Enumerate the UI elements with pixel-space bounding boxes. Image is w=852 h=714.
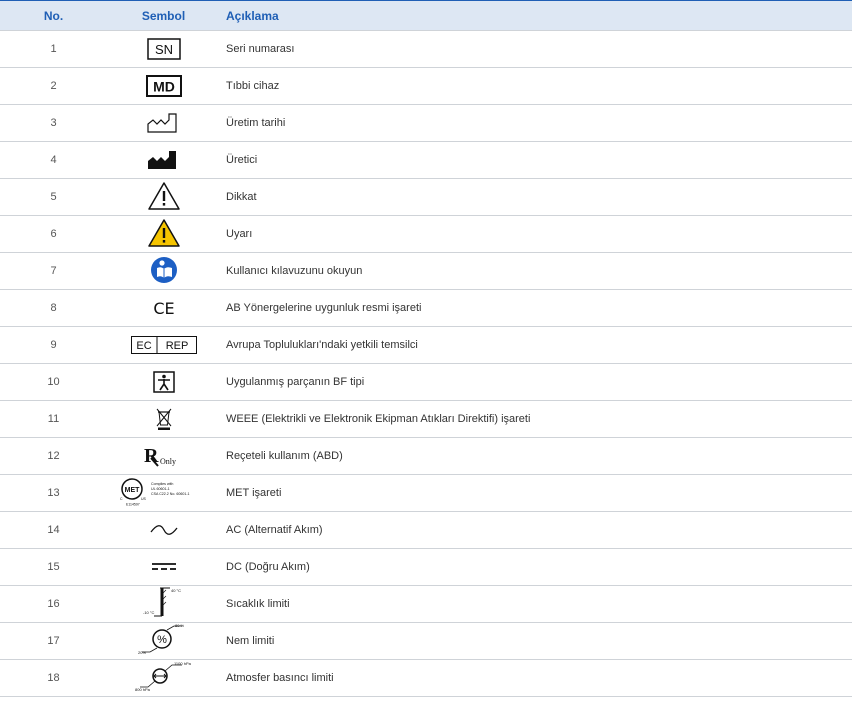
svg-text:CSA C22.2 No. 60601-1: CSA C22.2 No. 60601-1 xyxy=(151,492,190,496)
row-description: Seri numarası xyxy=(220,30,852,68)
pressure-limit-icon: 1100 hPa 800 hPa xyxy=(135,661,192,692)
ac-icon xyxy=(149,525,178,535)
svg-text:20%: 20% xyxy=(138,650,146,655)
svg-text:800 hPa: 800 hPa xyxy=(135,687,151,692)
svg-text:1100 hPa: 1100 hPa xyxy=(174,661,192,666)
table-row: 18 1100 hPa 800 hPa Atmosfer basıncı lim… xyxy=(0,659,852,697)
row-number: 3 xyxy=(0,104,107,142)
row-number: 18 xyxy=(0,659,107,697)
date-of-manufacture-icon xyxy=(146,113,177,133)
ce-mark-icon: CE xyxy=(153,299,174,318)
svg-text:40 °C: 40 °C xyxy=(171,588,181,593)
row-number: 9 xyxy=(0,326,107,364)
row-number: 10 xyxy=(0,363,107,401)
row-description: AC (Alternatif Akım) xyxy=(220,511,852,549)
row-description: Reçeteli kullanım (ABD) xyxy=(220,437,852,475)
svg-text:CE: CE xyxy=(153,299,174,318)
row-number: 4 xyxy=(0,141,107,179)
medical-device-icon: MD xyxy=(145,75,182,97)
humidity-limit-icon: % 80 % 20% xyxy=(138,623,185,655)
svg-text:US: US xyxy=(141,497,147,501)
row-number: 11 xyxy=(0,400,107,438)
row-number: 2 xyxy=(0,67,107,105)
header-description: Açıklama xyxy=(220,0,852,31)
table-row: 2 MD Tıbbi cihaz xyxy=(0,67,852,105)
row-description: MET işareti xyxy=(220,474,852,512)
svg-text:E114597: E114597 xyxy=(126,502,140,506)
svg-text:80 %: 80 % xyxy=(175,623,185,628)
manufacturer-icon xyxy=(147,151,176,169)
row-description: WEEE (Elektrikli ve Elektronik Ekipman A… xyxy=(220,400,852,438)
row-description: Sıcaklık limiti xyxy=(220,585,852,623)
table-row: 5 Dikkat xyxy=(0,178,852,216)
temperature-limit-icon: 40 °C -10 °C xyxy=(143,587,181,617)
table-row: 12 R Only Reçeteli kullanım (ABD) xyxy=(0,437,852,475)
row-number: 12 xyxy=(0,437,107,475)
row-number: 6 xyxy=(0,215,107,253)
table-row: 11 WEEE (Elektrikli ve Elektronik Ekipma… xyxy=(0,400,852,438)
row-description: Uygulanmış parçanın BF tipi xyxy=(220,363,852,401)
dc-icon xyxy=(151,563,176,570)
svg-text:C: C xyxy=(120,497,123,501)
svg-text:MET: MET xyxy=(124,487,140,494)
row-number: 7 xyxy=(0,252,107,290)
table-row: 9 EC REP Avrupa Toplulukları'ndaki yetki… xyxy=(0,326,852,364)
row-number: 13 xyxy=(0,474,107,512)
header-symbol: Sembol xyxy=(107,0,220,31)
met-mark-icon: MET C US E114597 Complies with UL 60601-… xyxy=(120,477,190,506)
table-row: 10 Uygulanmış parçanın BF tipi xyxy=(0,363,852,401)
table-row: 6 Uyarı xyxy=(0,215,852,253)
header-no: No. xyxy=(0,0,107,31)
row-description: Dikkat xyxy=(220,178,852,216)
svg-text:%: % xyxy=(157,634,167,646)
row-number: 5 xyxy=(0,178,107,216)
table-row: 4 Üretici xyxy=(0,141,852,179)
table-row: 14 AC (Alternatif Akım) xyxy=(0,511,852,549)
svg-text:SN: SN xyxy=(154,42,172,57)
serial-number-icon: SN xyxy=(146,38,181,60)
table-row: 15 DC (Doğru Akım) xyxy=(0,548,852,586)
table-row: 16 40 °C -10 °C Sıcaklık limiti xyxy=(0,585,852,623)
svg-text:MD: MD xyxy=(153,79,175,95)
row-number: 14 xyxy=(0,511,107,549)
svg-text:-10 °C: -10 °C xyxy=(143,610,154,615)
row-description: Üretici xyxy=(220,141,852,179)
warning-icon xyxy=(147,218,180,247)
row-description: DC (Doğru Akım) xyxy=(220,548,852,586)
svg-text:Only: Only xyxy=(160,457,176,466)
row-description: Tıbbi cihaz xyxy=(220,67,852,105)
weee-icon xyxy=(156,408,171,430)
table-row: 8 CE AB Yönergelerine uygunluk resmi işa… xyxy=(0,289,852,327)
row-description: AB Yönergelerine uygunluk resmi işareti xyxy=(220,289,852,327)
table-header-row: No. Sembol Açıklama xyxy=(0,0,852,31)
read-manual-icon xyxy=(150,257,177,283)
ec-rep-icon: EC REP xyxy=(130,336,197,354)
table-row: 17 % 80 % 20% Nem limiti xyxy=(0,622,852,660)
row-description: Avrupa Toplulukları'ndaki yetkili temsil… xyxy=(220,326,852,364)
table-row: 1 SN Seri numarası xyxy=(0,30,852,68)
table-row: 13 MET C US E114597 Complies with UL 606… xyxy=(0,474,852,512)
row-number: 16 xyxy=(0,585,107,623)
row-description: Uyarı xyxy=(220,215,852,253)
row-number: 8 xyxy=(0,289,107,327)
svg-text:REP: REP xyxy=(165,340,188,352)
table-row: 3 Üretim tarihi xyxy=(0,104,852,142)
rx-only-icon: R Only xyxy=(144,445,176,467)
row-description: Kullanıcı kılavuzunu okuyun xyxy=(220,252,852,290)
row-description: Nem limiti xyxy=(220,622,852,660)
type-bf-icon xyxy=(152,371,175,393)
row-description: Üretim tarihi xyxy=(220,104,852,142)
svg-text:UL 60601-1: UL 60601-1 xyxy=(151,487,170,491)
symbols-table: No. Sembol Açıklama 1 SN Seri numarası 2… xyxy=(0,0,852,697)
table-row: 7 Kullanıcı kılavuzunu okuyun xyxy=(0,252,852,290)
row-number: 1 xyxy=(0,30,107,68)
row-number: 15 xyxy=(0,548,107,586)
caution-icon xyxy=(147,181,180,210)
row-description: Atmosfer basıncı limiti xyxy=(220,659,852,697)
row-number: 17 xyxy=(0,622,107,660)
svg-text:Complies with: Complies with xyxy=(151,482,173,486)
svg-text:EC: EC xyxy=(136,340,151,352)
